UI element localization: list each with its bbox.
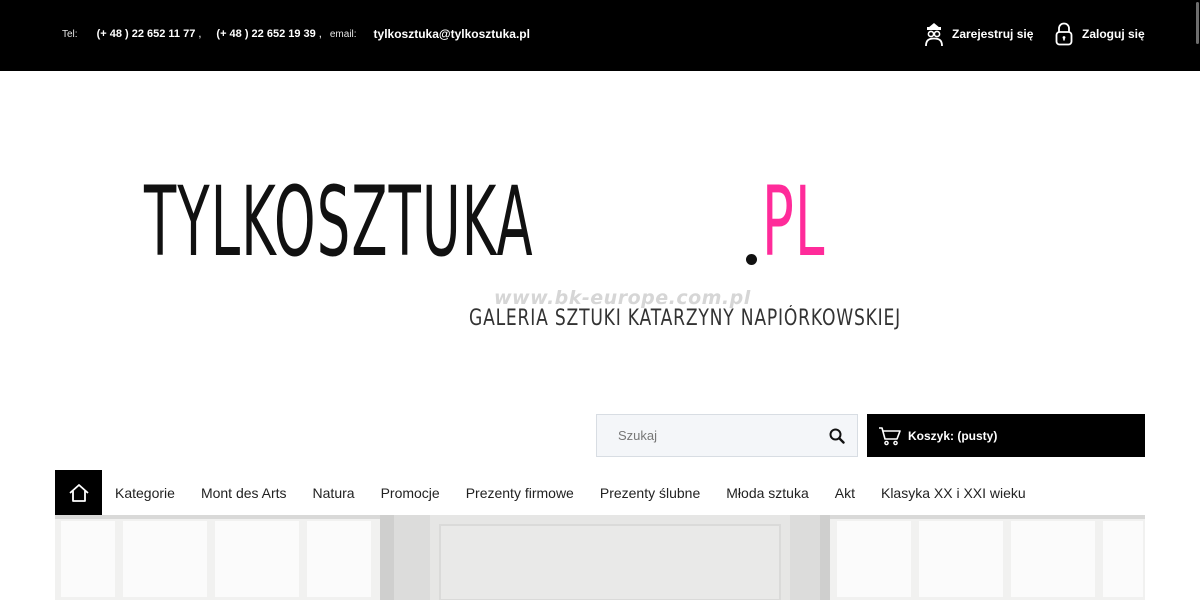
separator: , (198, 28, 202, 40)
register-label: Zarejestruj się (952, 27, 1034, 41)
cart-label: Koszyk: (pusty) (908, 428, 998, 443)
nav-item-prezenty-firmowe[interactable]: Prezenty firmowe (466, 485, 574, 501)
cart-button[interactable]: Koszyk: (pusty) (867, 414, 1145, 457)
hero-banner[interactable] (55, 515, 1145, 600)
search-icon (829, 428, 845, 444)
nav-item-prezenty-slubne[interactable]: Prezenty ślubne (600, 485, 700, 501)
home-icon (68, 483, 89, 502)
login-link[interactable]: Zaloguj się (1054, 20, 1145, 48)
register-link[interactable]: Zarejestruj się (924, 20, 1033, 48)
tel-label: Tel: (62, 28, 78, 40)
user-glasses-icon (925, 23, 943, 47)
main-nav: Kategorie Mont des Arts Natura Promocje … (55, 470, 1145, 515)
phone-1[interactable]: (+ 48 ) 22 652 11 77 (97, 28, 196, 40)
logo-tagline: GALERIA SZTUKI KATARZYNY NAPIÓRKOWSKIEJ (469, 306, 901, 331)
hero-image (55, 515, 1145, 600)
padlock-icon (1055, 22, 1073, 46)
home-button[interactable] (55, 470, 102, 515)
email-label: email: (329, 28, 357, 40)
site-logo[interactable]: TYLKOSZTUKA PL (144, 166, 824, 278)
phone-2[interactable]: (+ 48 ) 22 652 19 39 (216, 28, 315, 40)
top-bar: Tel: (+ 48 ) 22 652 11 77 , (+ 48 ) 22 6… (0, 0, 1200, 71)
nav-item-kategorie[interactable]: Kategorie (115, 485, 175, 501)
logo-dot (746, 254, 757, 265)
scrollbar[interactable] (1194, 0, 1200, 46)
separator: , (318, 28, 322, 40)
search-button[interactable] (817, 415, 857, 456)
login-label: Zaloguj się (1082, 27, 1145, 41)
nav-item-promocje[interactable]: Promocje (381, 485, 440, 501)
nav-item-mont-des-arts[interactable]: Mont des Arts (201, 485, 287, 501)
email-link[interactable]: tylkosztuka@tylkosztuka.pl (374, 27, 530, 41)
cart-icon (879, 426, 901, 445)
search-box (596, 414, 858, 457)
nav-item-natura[interactable]: Natura (313, 485, 355, 501)
search-input[interactable] (597, 415, 817, 456)
logo-ext-text: PL (762, 166, 826, 278)
logo-main-text: TYLKOSZTUKA (144, 166, 534, 278)
scrollbar-thumb[interactable] (1196, 2, 1199, 44)
nav-item-klasyka[interactable]: Klasyka XX i XXI wieku (881, 485, 1026, 501)
nav-item-mloda-sztuka[interactable]: Młoda sztuka (726, 485, 808, 501)
contact-info: Tel: (+ 48 ) 22 652 11 77 , (+ 48 ) 22 6… (62, 26, 530, 42)
nav-item-akt[interactable]: Akt (835, 485, 855, 501)
